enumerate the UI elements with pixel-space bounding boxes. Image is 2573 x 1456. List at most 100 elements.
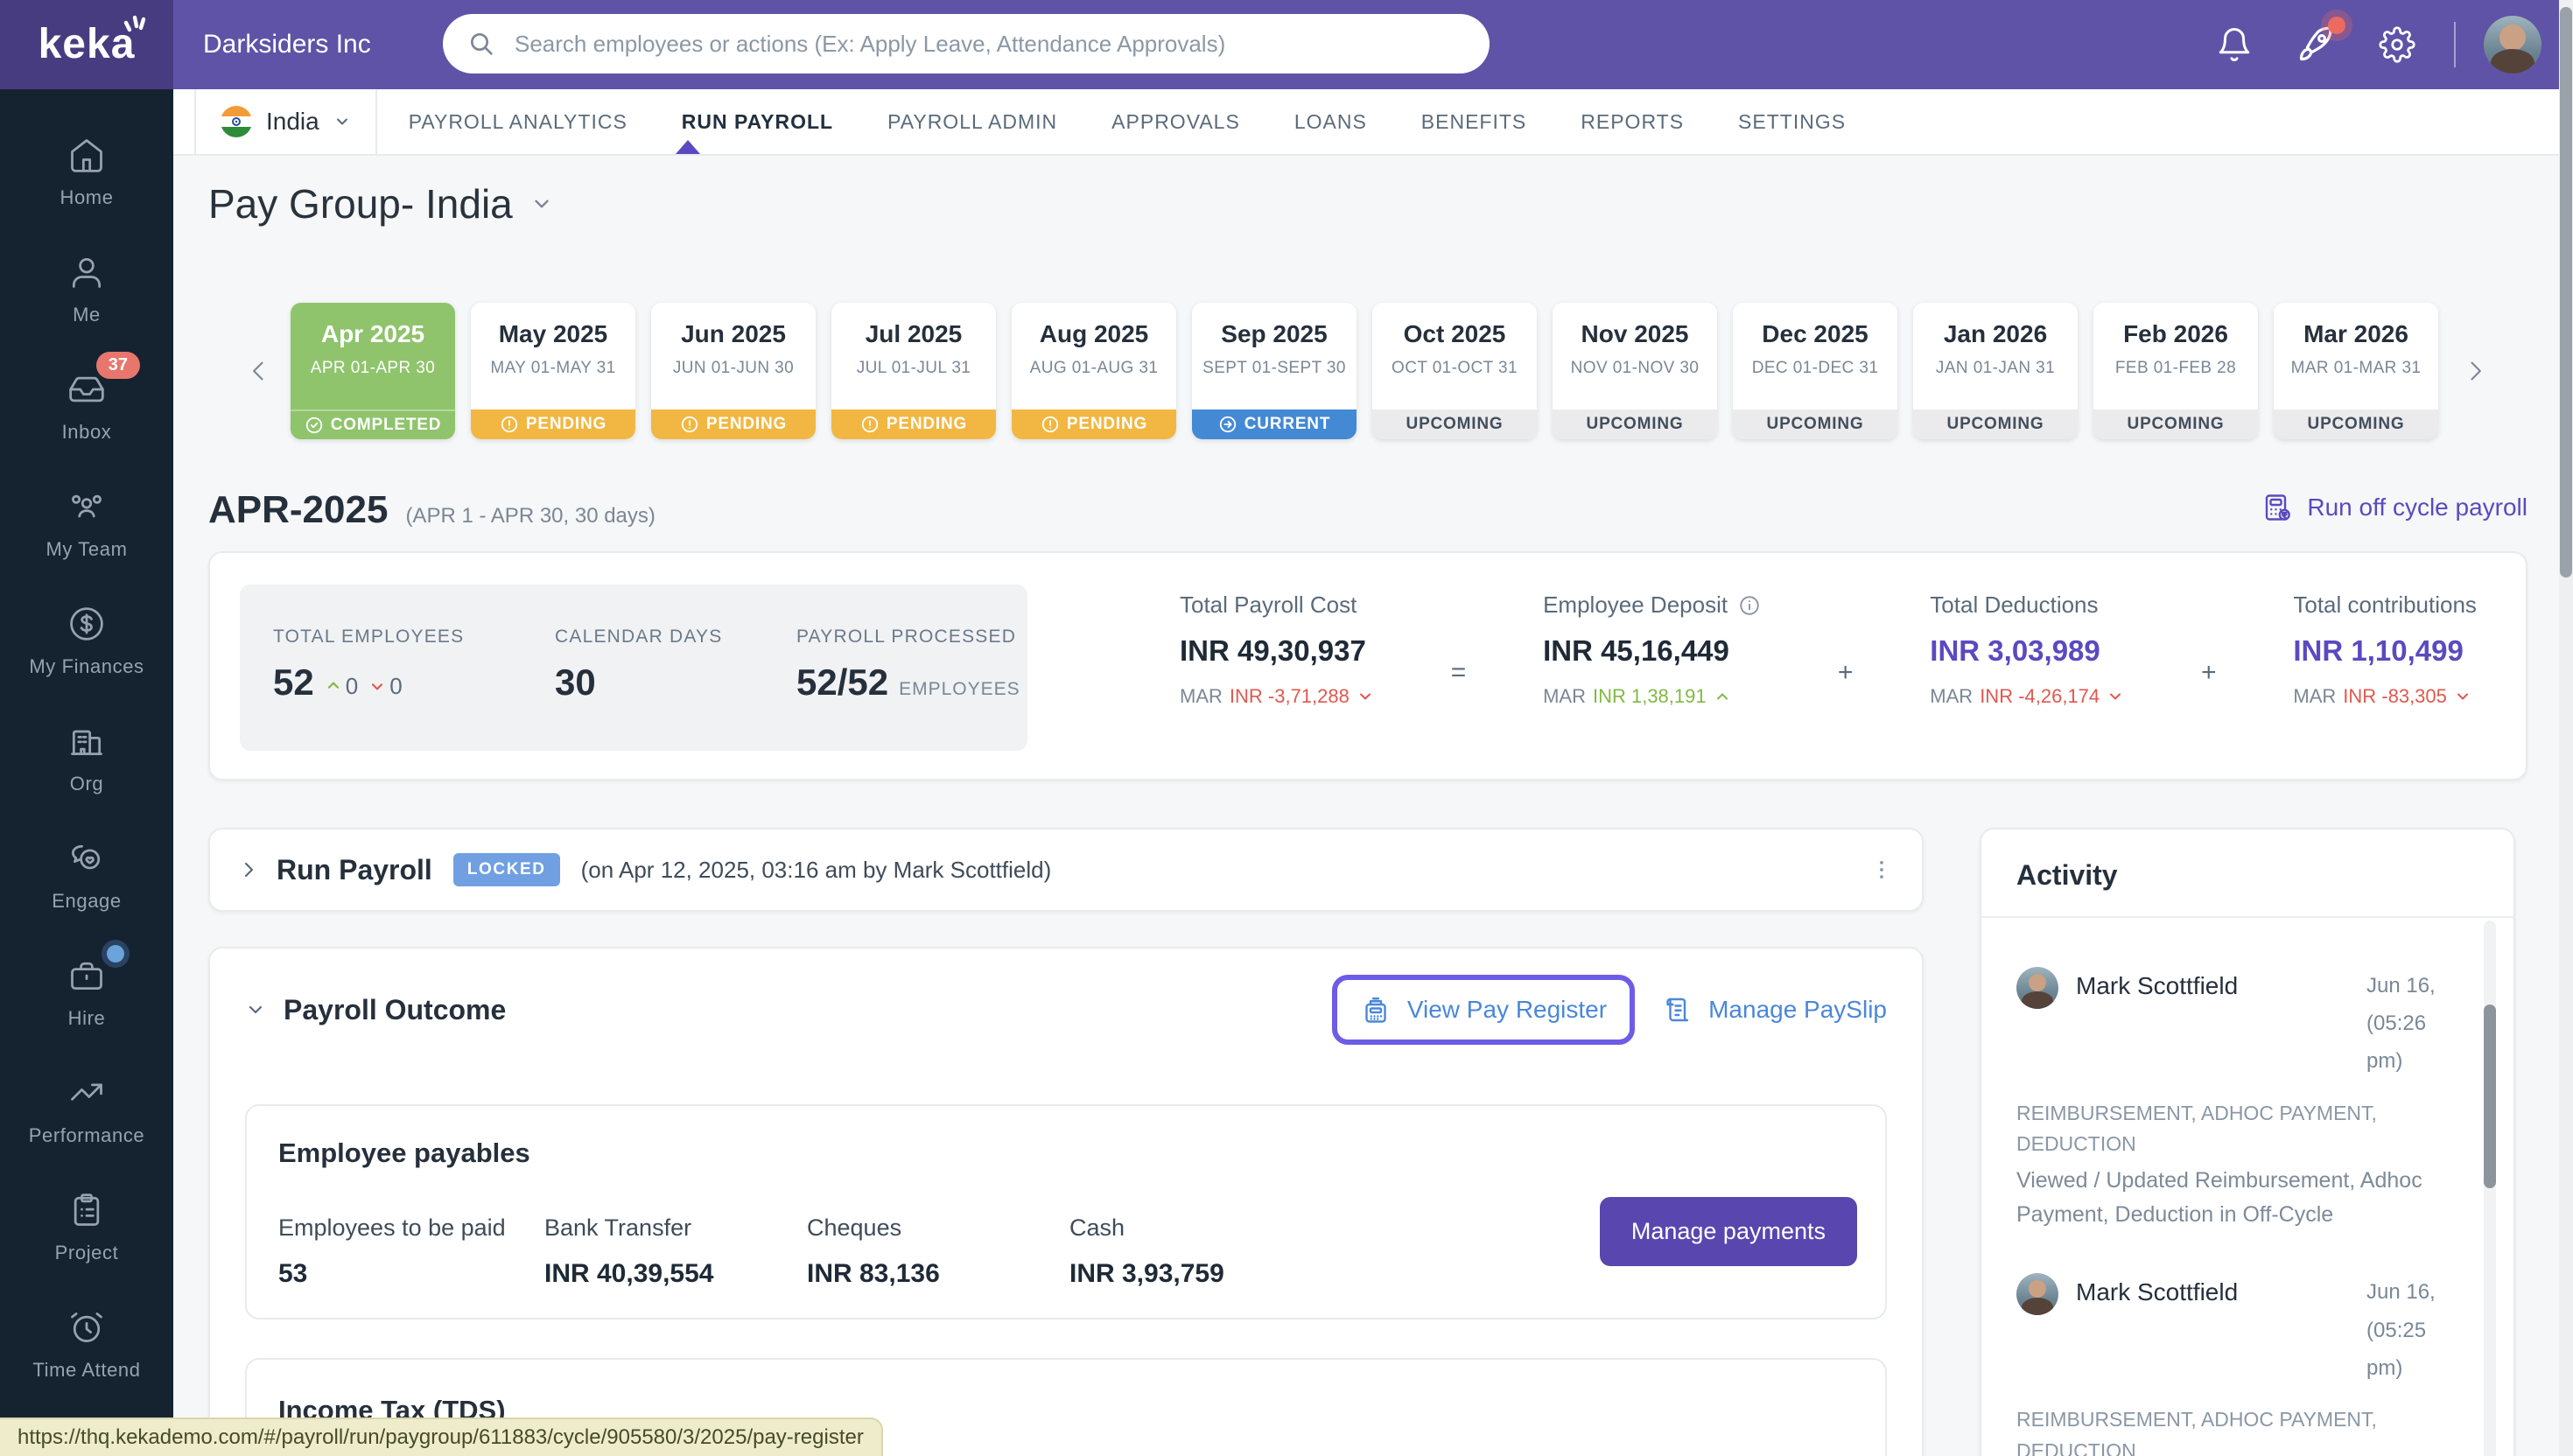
tab-reports[interactable]: REPORTS: [1581, 88, 1684, 155]
region-selector[interactable]: India: [194, 88, 377, 155]
tab-loans[interactable]: LOANS: [1294, 88, 1367, 155]
figure-total-payroll-cost: Total Payroll Cost INR 49,30,937 MAR INR …: [1180, 592, 1374, 708]
sidebar-item-project[interactable]: Project: [0, 1169, 173, 1286]
settings-gear-icon[interactable]: [2379, 26, 2415, 63]
performance-trend-icon: [71, 1083, 102, 1101]
keka-logo[interactable]: keka: [0, 0, 173, 89]
tab-payroll-admin[interactable]: PAYROLL ADMIN: [887, 88, 1057, 155]
avatar: [2016, 1273, 2058, 1316]
sidebar-item-performance[interactable]: Performance: [0, 1052, 173, 1169]
payables-cash: Cash INR 3,93,759: [1069, 1214, 1224, 1288]
search-icon: [471, 33, 493, 55]
dollar-icon: [70, 607, 103, 640]
run-payroll-title: Run Payroll: [277, 853, 432, 886]
run-payroll-meta: (on Apr 12, 2025, 03:16 am by Mark Scott…: [580, 856, 1052, 883]
sidebar-item-time-attend[interactable]: Time Attend: [0, 1286, 173, 1404]
app-window: keka Darksiders Inc Home: [0, 0, 2573, 1456]
caret-down-icon: [372, 683, 383, 690]
chevron-right-icon[interactable]: [238, 859, 259, 880]
employee-payables-title: Employee payables: [278, 1138, 530, 1168]
employees-down-delta: 0: [368, 673, 403, 700]
status-url: https://thq.kekademo.com/#/payroll/run/p…: [18, 1425, 864, 1449]
payroll-outcome-header: Payroll Outcome View Pay Register Manage…: [210, 948, 1922, 1071]
operator-equals: =: [1450, 658, 1467, 687]
month-card-dec-2025[interactable]: Dec 2025 DEC 01-DEC 31 UPCOMING: [1733, 303, 1897, 439]
notifications-bell-icon[interactable]: [2216, 26, 2253, 63]
calculator-icon: [2266, 494, 2291, 521]
tab-run-payroll[interactable]: RUN PAYROLL: [682, 88, 833, 155]
search-input[interactable]: [511, 28, 1465, 60]
global-search[interactable]: [443, 14, 1490, 74]
sidebar-item-engage[interactable]: Engage: [0, 817, 173, 934]
carousel-next-icon[interactable]: [2463, 352, 2487, 390]
topbar-divider: [2454, 22, 2456, 67]
chevron-down-icon: [336, 118, 347, 125]
month-card-sep-2025[interactable]: Sep 2025 SEPT 01-SEPT 30 CURRENT: [1192, 303, 1357, 439]
browser-status-bar: https://thq.kekademo.com/#/payroll/run/p…: [0, 1418, 883, 1456]
info-icon[interactable]: [1738, 594, 1761, 617]
activity-scrollbar-thumb[interactable]: [2484, 1004, 2496, 1188]
manage-payments-button[interactable]: Manage payments: [1599, 1197, 1857, 1266]
keka-spark-icon: [123, 15, 146, 32]
top-bar: keka Darksiders Inc: [0, 0, 2573, 89]
sidebar-item-hire[interactable]: Hire: [0, 934, 173, 1052]
alert-circle-icon: [1041, 416, 1059, 433]
topbar-actions: [2174, 0, 2541, 89]
sidebar-item-me[interactable]: Me: [0, 231, 173, 348]
sidebar-item-my-team[interactable]: My Team: [0, 466, 173, 583]
status-badge-upcoming: UPCOMING: [2274, 410, 2438, 439]
run-off-cycle-payroll-link[interactable]: Run off cycle payroll: [2261, 492, 2527, 523]
run-payroll-section[interactable]: Run Payroll LOCKED (on Apr 12, 2025, 03:…: [208, 828, 1924, 912]
manage-payslip-button[interactable]: Manage PaySlip: [1661, 994, 1887, 1026]
kebab-menu-icon[interactable]: [1869, 856, 1894, 884]
status-badge-upcoming: UPCOMING: [1553, 410, 1717, 439]
user-avatar[interactable]: [2484, 16, 2541, 74]
tab-payroll-analytics[interactable]: PAYROLL ANALYTICS: [409, 88, 627, 155]
status-badge-completed: COMPLETED: [291, 410, 455, 439]
month-card-oct-2025[interactable]: Oct 2025 OCT 01-OCT 31 UPCOMING: [1372, 303, 1537, 439]
hire-briefcase-icon: [71, 962, 102, 990]
status-badge-upcoming: UPCOMING: [1913, 410, 2078, 439]
chevron-down-icon[interactable]: [245, 999, 266, 1020]
activity-description: Viewed / Updated Reimbursement, Adhoc Pa…: [2016, 1167, 2422, 1227]
month-card-nov-2025[interactable]: Nov 2025 NOV 01-NOV 30 UPCOMING: [1553, 303, 1717, 439]
month-cards: Apr 2025 APR 01-APR 30 COMPLETED May 202…: [291, 303, 2438, 439]
tab-settings[interactable]: SETTINGS: [1738, 88, 1846, 155]
month-card-jun-2025[interactable]: Jun 2025 JUN 01-JUN 30 PENDING: [651, 303, 816, 439]
tab-approvals[interactable]: APPROVALS: [1111, 88, 1240, 155]
pay-register-icon: [1365, 998, 1386, 1023]
sidebar-item-inbox[interactable]: 37 Inbox: [0, 348, 173, 466]
month-card-mar-2026[interactable]: Mar 2026 MAR 01-MAR 31 UPCOMING: [2274, 303, 2438, 439]
payroll-figures: Total Payroll Cost INR 49,30,937 MAR INR …: [1180, 592, 2477, 708]
alert-circle-icon: [861, 416, 879, 433]
status-badge-upcoming: UPCOMING: [1372, 410, 1537, 439]
activity-tags: REIMBURSEMENT, ADHOC PAYMENT, DEDUCTION: [2016, 1101, 2377, 1156]
page-scrollbar-thumb[interactable]: [2560, 7, 2572, 578]
month-card-feb-2026[interactable]: Feb 2026 FEB 01-FEB 28 UPCOMING: [2093, 303, 2258, 439]
whats-new-rocket-icon[interactable]: [2295, 17, 2345, 66]
arrow-right-circle-icon: [1219, 416, 1236, 433]
engage-chat-icon: [72, 844, 101, 870]
month-card-aug-2025[interactable]: Aug 2025 AUG 01-AUG 31 PENDING: [1012, 303, 1176, 439]
carousel-prev-icon[interactable]: [247, 352, 271, 390]
page-title-row: Pay Group- India: [208, 180, 553, 228]
payables-columns: Employees to be paid 53 Bank Transfer IN…: [278, 1214, 1224, 1289]
activity-entry: Mark Scottfield Jun 16, (05:25 pm) REIMB…: [2016, 1273, 2461, 1456]
active-tab-pointer: [676, 140, 700, 154]
pay-cycle-carousel: Apr 2025 APR 01-APR 30 COMPLETED May 202…: [208, 303, 2527, 443]
month-card-jul-2025[interactable]: Jul 2025 JUL 01-JUL 31 PENDING: [831, 303, 996, 439]
sidebar-item-home[interactable]: Home: [0, 114, 173, 231]
month-card-may-2025[interactable]: May 2025 MAY 01-MAY 31 PENDING: [471, 303, 635, 439]
sidebar-item-org[interactable]: Org: [0, 700, 173, 817]
month-card-apr-2025[interactable]: Apr 2025 APR 01-APR 30 COMPLETED: [291, 303, 455, 439]
sidebar-item-my-finances[interactable]: My Finances: [0, 583, 173, 700]
chevron-down-icon[interactable]: [530, 192, 553, 215]
status-badge-upcoming: UPCOMING: [1733, 410, 1897, 439]
view-pay-register-button[interactable]: View Pay Register: [1331, 975, 1636, 1045]
tab-benefits[interactable]: BENEFITS: [1421, 88, 1526, 155]
month-card-jan-2026[interactable]: Jan 2026 JAN 01-JAN 31 UPCOMING: [1913, 303, 2078, 439]
cycle-subtitle: (APR 1 - APR 30, 30 days): [405, 504, 656, 528]
activity-scrollbar-track[interactable]: [2484, 920, 2496, 1456]
page-scrollbar[interactable]: [2559, 0, 2573, 1456]
cycle-heading-row: APR-2025 (APR 1 - APR 30, 30 days) Run o…: [208, 488, 2527, 532]
